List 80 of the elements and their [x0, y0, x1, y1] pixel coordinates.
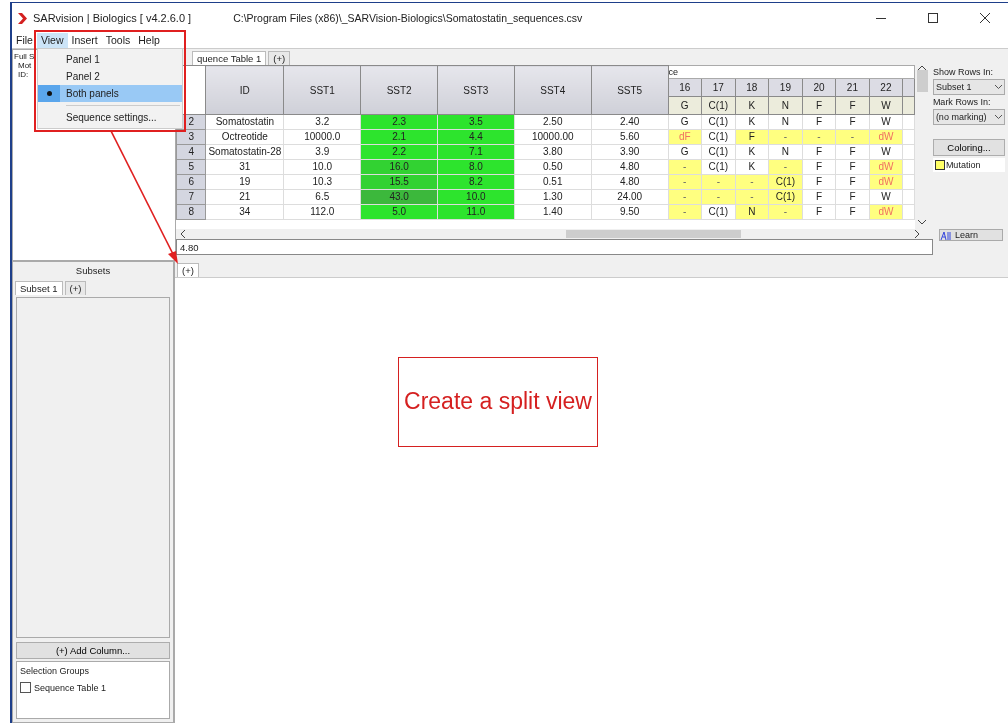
table-cell: 6.5 — [283, 189, 361, 205]
menu-item[interactable]: Help — [134, 33, 164, 48]
legend-label: Mutation — [945, 160, 981, 170]
table-cell: 0.51 — [514, 174, 592, 190]
show-rows-dropdown[interactable]: Subset 1 — [932, 79, 1005, 95]
table-cell: 3.90 — [591, 144, 668, 160]
checkbox-label: Sequence Table 1 — [34, 682, 106, 693]
mark-rows-label: Mark Rows In: — [932, 97, 992, 107]
panel-label: ID: — [18, 70, 29, 79]
column-header[interactable]: SST4 — [514, 65, 592, 115]
subsets-title: Subsets — [74, 264, 112, 278]
selection-groups-label: Selection Groups — [20, 666, 91, 676]
close-icon[interactable] — [980, 13, 990, 23]
scrollbar-thumb[interactable] — [916, 70, 928, 92]
column-header[interactable]: SST1 — [283, 65, 361, 115]
column-header[interactable]: SST2 — [360, 65, 438, 115]
table-tab[interactable]: quence Table 1 — [192, 51, 267, 65]
table-cell: Octreotide — [205, 129, 284, 145]
add-column-button[interactable]: (+) Add Column... — [16, 642, 170, 659]
sequence-header: ce — [668, 65, 915, 79]
table-cell: 31 — [205, 159, 284, 175]
table-cell: 2.50 — [514, 114, 592, 130]
file-path: C:\Program Files (x86)\_SARVision-Biologics\Somatostatin_sequences.csv — [233, 12, 584, 24]
column-header[interactable]: SST3 — [437, 65, 515, 115]
subset-tab[interactable]: Subset 1 — [15, 281, 63, 295]
chevron-down-icon — [995, 85, 1002, 89]
table-cell: Somatostatin — [205, 114, 284, 130]
menu-option[interactable]: Panel 2 — [38, 68, 182, 85]
table-cell: 4.80 — [591, 159, 668, 175]
learn-button[interactable]: Learn — [939, 229, 1003, 241]
table-cell: 2.40 — [591, 114, 668, 130]
scroll-left-icon[interactable] — [180, 230, 185, 238]
table-cell: 19 — [205, 174, 284, 190]
scroll-right-icon[interactable] — [915, 230, 920, 238]
show-rows-label: Show Rows In: — [932, 67, 994, 77]
table-tab[interactable]: (+) — [268, 51, 291, 65]
table-cell: 112.0 — [283, 204, 361, 220]
column-header[interactable]: SST5 — [591, 65, 668, 115]
checkbox[interactable] — [20, 682, 31, 693]
window-title: SARvision | Biologics [ v4.2.6.0 ] — [33, 12, 192, 24]
menu-item[interactable]: File — [12, 33, 37, 48]
menu-option[interactable]: Panel 1 — [38, 51, 182, 68]
table-cell: 21 — [205, 189, 284, 205]
minimize-icon[interactable] — [876, 17, 886, 19]
mark-rows-dropdown[interactable]: (no marking) — [932, 109, 1005, 125]
panel-tab[interactable]: (+) — [177, 263, 199, 277]
table-cell: Somatostatin-28 — [205, 144, 284, 160]
table-cell: 10.3 — [283, 174, 361, 190]
table-cell: 10000.0 — [283, 129, 361, 145]
maximize-icon[interactable] — [928, 13, 938, 23]
menu-item[interactable]: Tools — [101, 33, 135, 48]
annotation-callout: Create a split view — [398, 357, 598, 447]
table-cell: 10.0 — [283, 159, 361, 175]
table-cell: 10000.00 — [514, 129, 592, 145]
bullet-icon — [46, 91, 52, 96]
value-field[interactable]: 4.80 — [176, 239, 933, 255]
column-header[interactable]: ID — [205, 65, 284, 115]
subset-tab[interactable]: (+) — [64, 281, 87, 295]
table-cell: 9.50 — [591, 204, 668, 220]
table-cell: 0.50 — [514, 159, 592, 175]
table-cell: 3.9 — [283, 144, 361, 160]
scrollbar-thumb[interactable] — [566, 230, 741, 238]
ai-logo-icon — [940, 230, 952, 240]
table-cell: 3.2 — [283, 114, 361, 130]
menu-item[interactable]: View — [36, 33, 68, 48]
table-cell: 1.40 — [514, 204, 592, 220]
table-cell: 3.80 — [514, 144, 592, 160]
scroll-down-icon[interactable] — [918, 220, 927, 225]
panel-label: Mot — [18, 61, 32, 70]
table-cell: 1.30 — [514, 189, 592, 205]
coloring-button[interactable]: Coloring... — [932, 139, 1005, 156]
menu-item[interactable]: Insert — [67, 33, 102, 48]
chevron-down-icon — [995, 115, 1002, 119]
app-logo-icon — [18, 12, 27, 24]
table-cell: 4.80 — [591, 174, 668, 190]
panel-label: Full S — [14, 52, 35, 61]
menu-option[interactable]: Both panels — [38, 85, 182, 102]
table-cell: 5.60 — [591, 129, 668, 145]
table-cell: 24.00 — [591, 189, 668, 205]
table-cell: 34 — [205, 204, 284, 220]
